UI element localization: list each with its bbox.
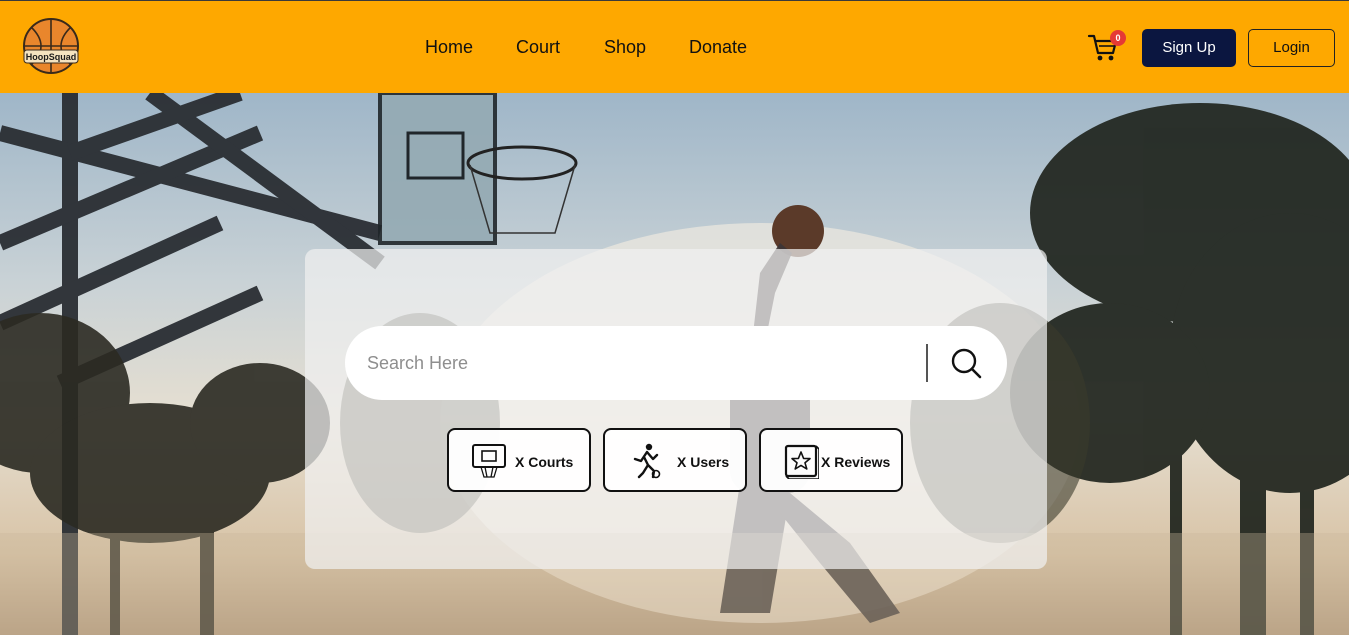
stat-reviews[interactable]: X Reviews <box>759 428 903 492</box>
nav-home[interactable]: Home <box>425 37 473 58</box>
nav-court[interactable]: Court <box>516 37 560 58</box>
signup-button[interactable]: Sign Up <box>1142 29 1236 67</box>
search-icon[interactable] <box>948 345 984 381</box>
player-icon <box>627 443 663 479</box>
stat-courts[interactable]: X Courts <box>447 428 591 492</box>
search-input[interactable] <box>367 346 907 380</box>
stat-courts-label: X Courts <box>515 454 574 470</box>
star-icon <box>783 443 820 480</box>
stat-users-label: X Users <box>677 454 730 470</box>
nav-donate[interactable]: Donate <box>689 37 747 58</box>
logo-text: HoopSquad <box>26 52 77 62</box>
search-panel <box>305 249 1047 569</box>
cart-count-badge: 0 <box>1110 30 1126 46</box>
hoopsquad-logo[interactable]: HoopSquad <box>22 17 80 75</box>
stat-users[interactable]: X Users <box>603 428 747 492</box>
hoop-icon <box>471 443 507 479</box>
search-divider <box>926 344 928 382</box>
login-button[interactable]: Login <box>1248 29 1335 67</box>
stat-reviews-label: X Reviews <box>821 454 891 470</box>
header: HoopSquad Home Court Shop Donate 0 Sign … <box>0 0 1349 93</box>
nav-shop[interactable]: Shop <box>604 37 646 58</box>
search-bar <box>345 326 1007 400</box>
